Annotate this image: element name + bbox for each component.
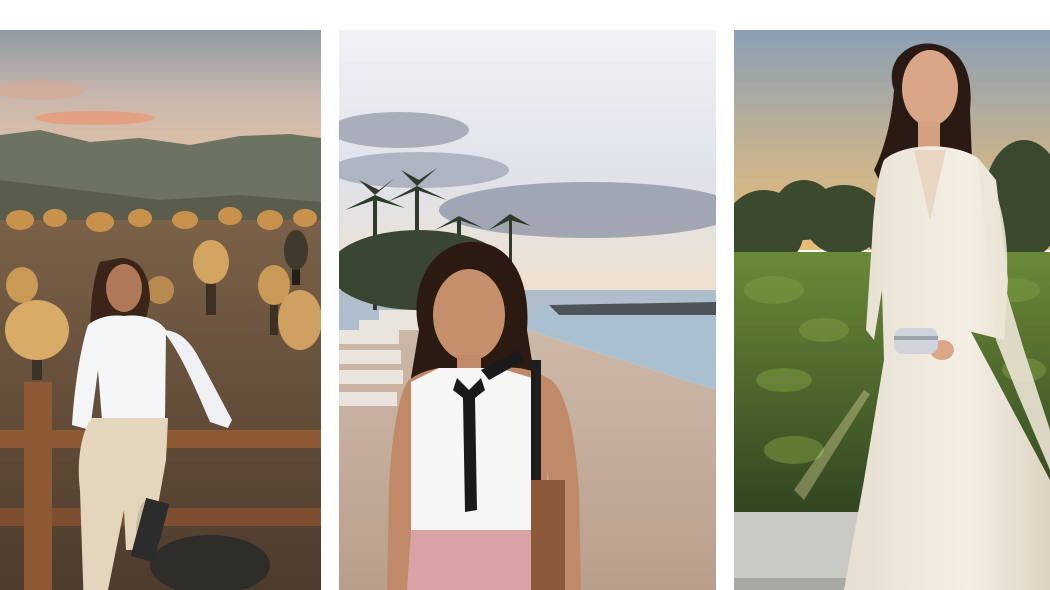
- photo-white-gown-woman: [734, 30, 1050, 590]
- beach-scene: [339, 30, 716, 590]
- photo-beach-woman: [339, 30, 716, 590]
- clutch-bag: [894, 328, 938, 354]
- desert-scene: [0, 30, 321, 590]
- fence-post: [24, 382, 52, 590]
- photo-desert-woman: [0, 30, 321, 590]
- bag: [531, 480, 565, 590]
- photo-collage: [0, 0, 1050, 590]
- garden-scene: [734, 30, 1050, 590]
